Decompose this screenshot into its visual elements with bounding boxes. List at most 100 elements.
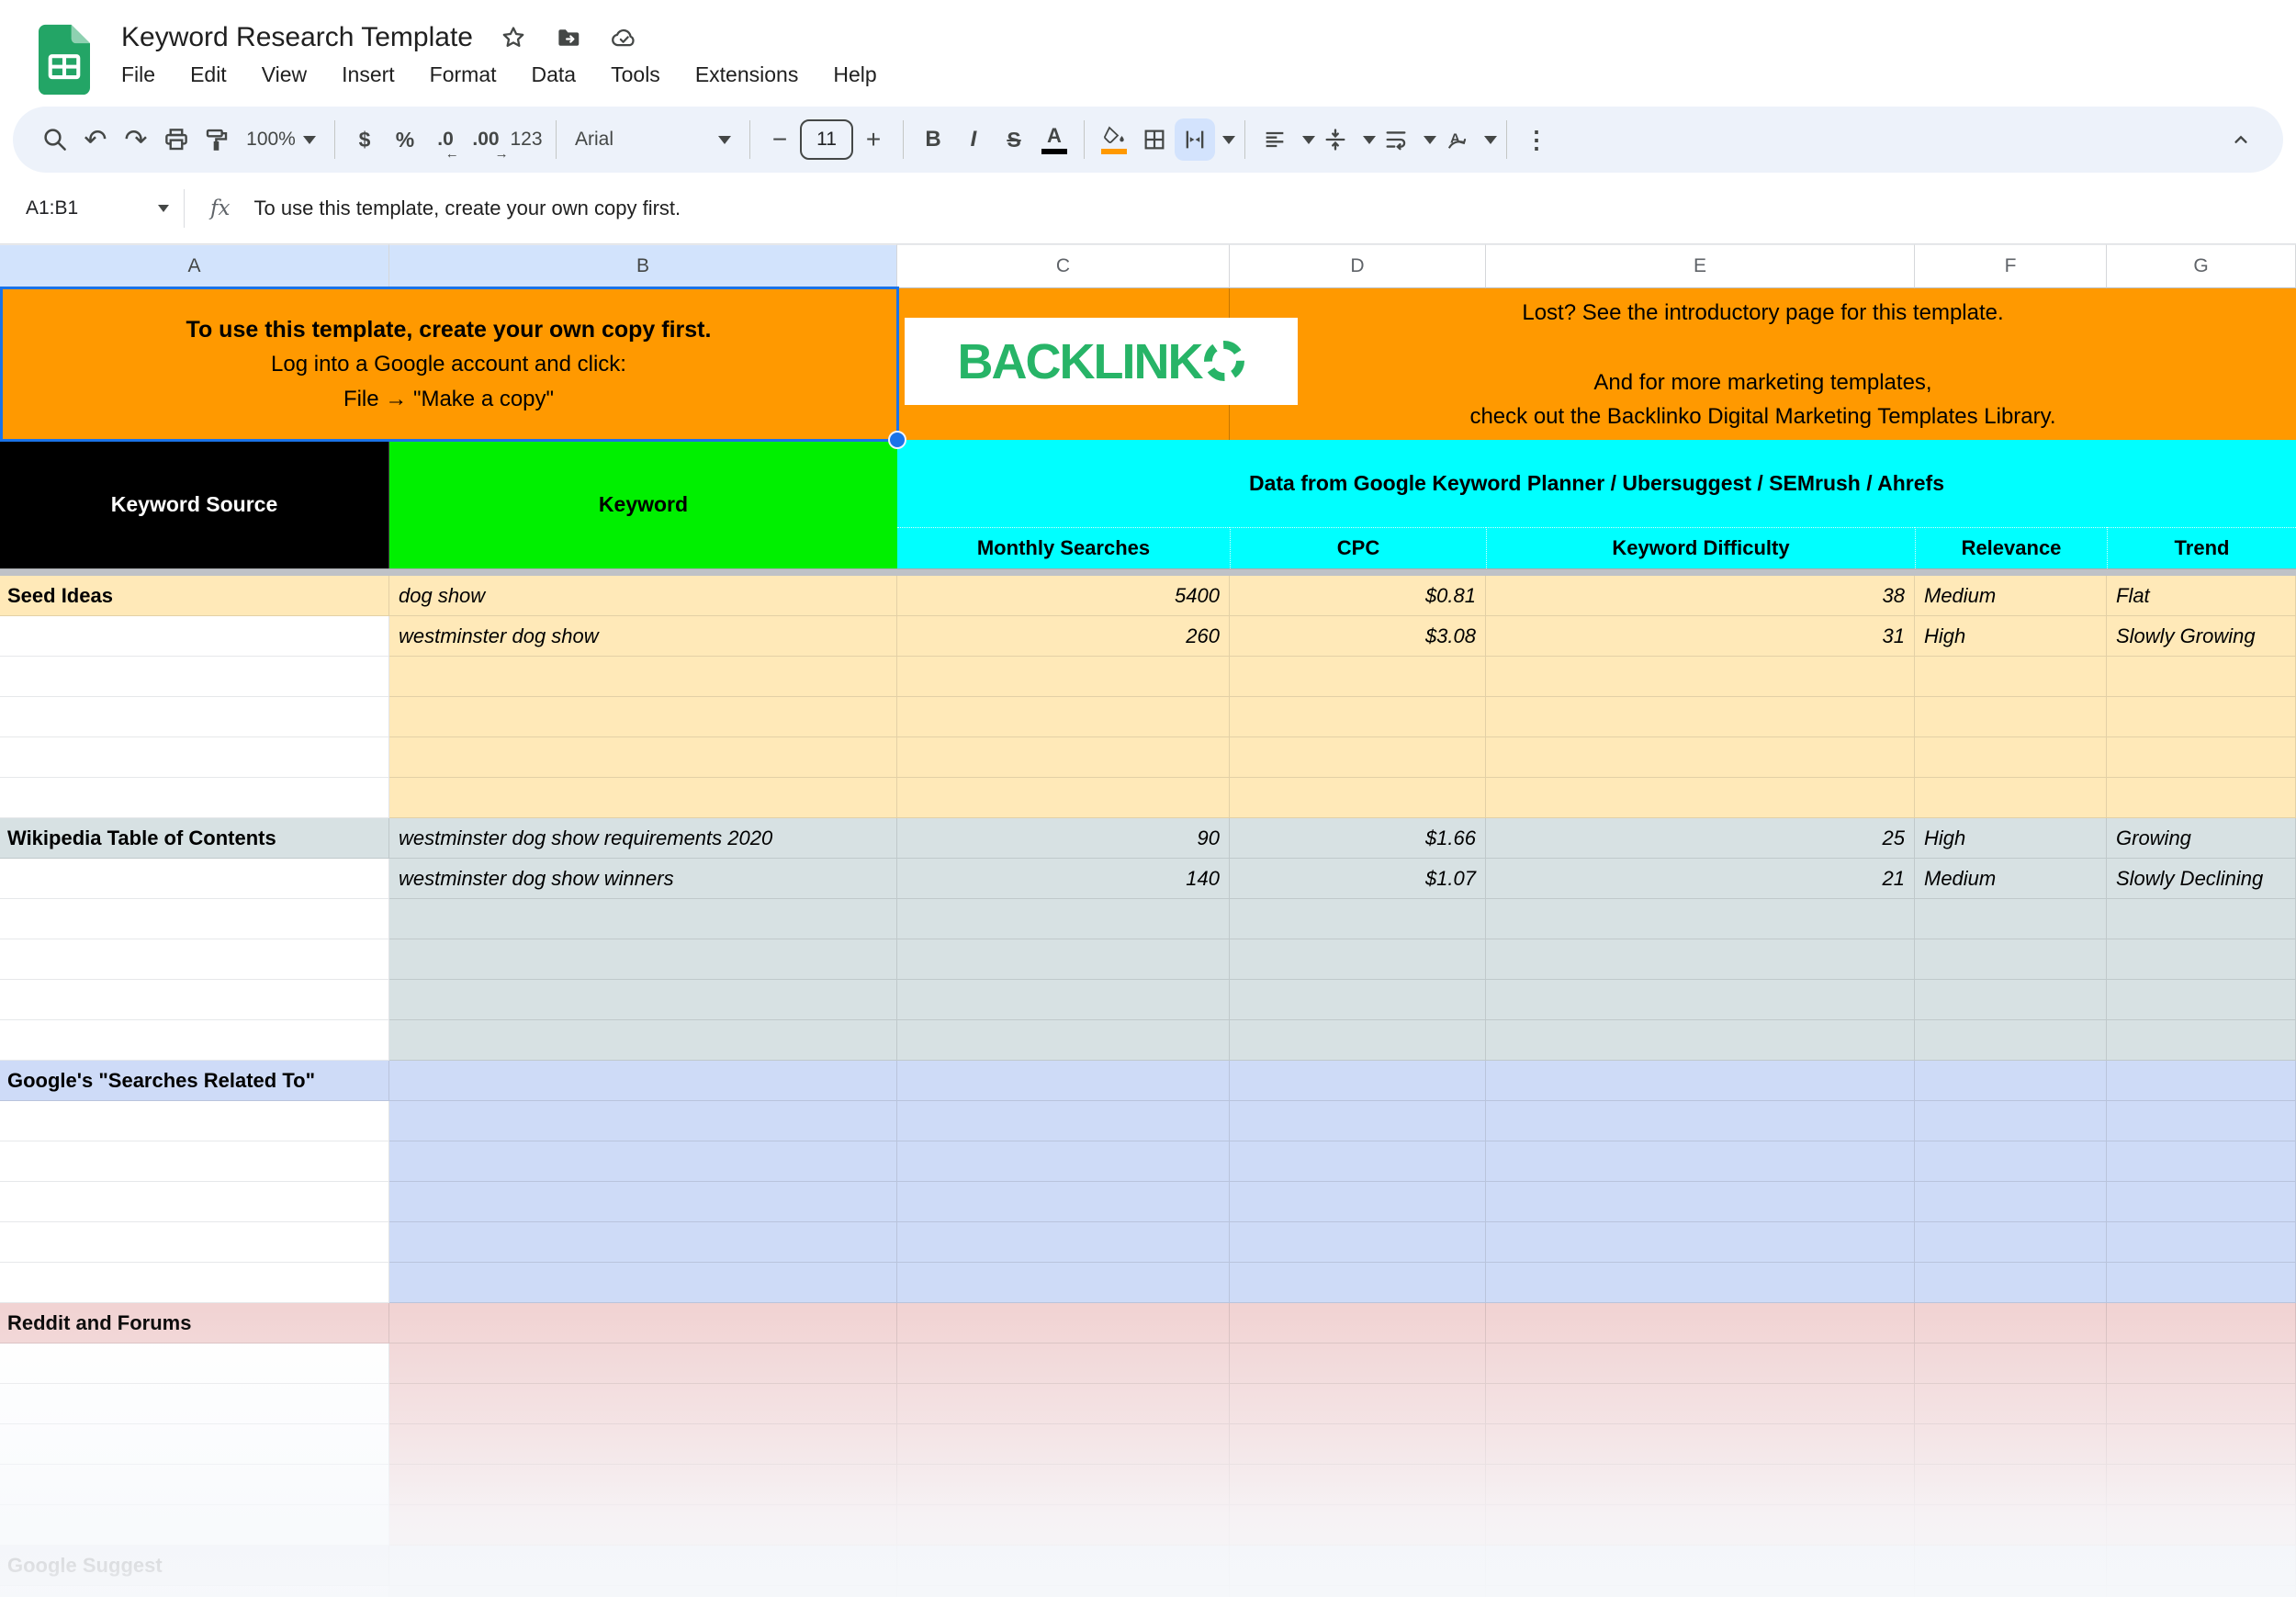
cell[interactable] bbox=[1915, 980, 2107, 1020]
cell[interactable] bbox=[2107, 1222, 2296, 1263]
cell[interactable] bbox=[897, 1505, 1230, 1546]
cell[interactable] bbox=[0, 1384, 389, 1424]
number-format-button[interactable]: 123 bbox=[506, 118, 546, 161]
cell[interactable] bbox=[1915, 1061, 2107, 1101]
subheader-monthly-searches[interactable]: Monthly Searches bbox=[897, 527, 1230, 568]
cell[interactable]: Slowly Declining bbox=[2107, 859, 2296, 899]
cell[interactable] bbox=[1230, 1263, 1486, 1303]
cell[interactable] bbox=[389, 1182, 897, 1222]
menu-extensions[interactable]: Extensions bbox=[695, 62, 799, 87]
banner-help-cell[interactable]: Lost? See the introductory page for this… bbox=[1230, 288, 2296, 440]
cell[interactable] bbox=[389, 1263, 897, 1303]
cell[interactable] bbox=[1230, 1505, 1486, 1546]
cell[interactable] bbox=[1486, 1384, 1915, 1424]
cell[interactable] bbox=[1915, 778, 2107, 818]
cell[interactable] bbox=[1230, 1424, 1486, 1465]
cell[interactable] bbox=[0, 1020, 389, 1061]
cell[interactable] bbox=[1230, 1141, 1486, 1182]
cell[interactable]: High bbox=[1915, 818, 2107, 859]
cell[interactable] bbox=[897, 1424, 1230, 1465]
cell[interactable] bbox=[1230, 697, 1486, 737]
cell[interactable] bbox=[1915, 1141, 2107, 1182]
cell[interactable]: 21 bbox=[1486, 859, 1915, 899]
cell[interactable] bbox=[389, 1222, 897, 1263]
cell[interactable]: Medium bbox=[1915, 576, 2107, 616]
cell[interactable] bbox=[897, 1101, 1230, 1141]
cell[interactable] bbox=[1230, 1222, 1486, 1263]
menu-tools[interactable]: Tools bbox=[611, 62, 660, 87]
formula-input[interactable]: To use this template, create your own co… bbox=[253, 197, 681, 220]
cell[interactable] bbox=[2107, 980, 2296, 1020]
cell[interactable]: Google Suggest bbox=[0, 1546, 389, 1586]
cell[interactable] bbox=[897, 1586, 1230, 1597]
name-box[interactable]: A1:B1 bbox=[0, 197, 184, 219]
frozen-rows-divider[interactable] bbox=[0, 568, 2296, 576]
menu-file[interactable]: File bbox=[121, 62, 155, 87]
column-header-F[interactable]: F bbox=[1915, 244, 2107, 288]
bold-button[interactable]: B bbox=[913, 118, 953, 161]
menu-insert[interactable]: Insert bbox=[342, 62, 395, 87]
italic-button[interactable]: I bbox=[953, 118, 994, 161]
cell[interactable] bbox=[0, 1263, 389, 1303]
cell[interactable] bbox=[389, 1505, 897, 1546]
cell[interactable] bbox=[0, 1344, 389, 1384]
move-to-folder-icon[interactable] bbox=[554, 23, 583, 52]
cell[interactable] bbox=[897, 1061, 1230, 1101]
cell[interactable]: High bbox=[1915, 616, 2107, 657]
cell[interactable]: westminster dog show winners bbox=[389, 859, 897, 899]
selection-fill-handle[interactable] bbox=[888, 431, 906, 449]
cell[interactable] bbox=[897, 899, 1230, 939]
subheader-relevance[interactable]: Relevance bbox=[1915, 527, 2107, 568]
cell[interactable] bbox=[389, 737, 897, 778]
cell[interactable]: Growing bbox=[2107, 818, 2296, 859]
merge-cells-caret[interactable] bbox=[1222, 135, 1235, 144]
cell[interactable] bbox=[2107, 1344, 2296, 1384]
keyword-source-header-cell[interactable]: Keyword Source bbox=[0, 440, 389, 568]
cell[interactable]: Medium bbox=[1915, 859, 2107, 899]
cell[interactable] bbox=[389, 1061, 897, 1101]
cell[interactable] bbox=[1230, 1182, 1486, 1222]
cell[interactable] bbox=[2107, 899, 2296, 939]
cell[interactable] bbox=[2107, 778, 2296, 818]
cell[interactable] bbox=[0, 737, 389, 778]
cell[interactable] bbox=[1486, 1263, 1915, 1303]
cell[interactable]: 31 bbox=[1486, 616, 1915, 657]
cell[interactable] bbox=[1915, 1465, 2107, 1505]
cell[interactable]: $3.08 bbox=[1230, 616, 1486, 657]
cell[interactable] bbox=[1230, 980, 1486, 1020]
cell[interactable] bbox=[0, 1222, 389, 1263]
cell[interactable] bbox=[1486, 1505, 1915, 1546]
cell[interactable] bbox=[389, 1020, 897, 1061]
cell[interactable] bbox=[1486, 737, 1915, 778]
fill-color-button[interactable] bbox=[1094, 118, 1134, 161]
cell[interactable] bbox=[1486, 1424, 1915, 1465]
banner-instructions-cell[interactable]: To use this template, create your own co… bbox=[0, 288, 897, 440]
cell[interactable]: Slowly Growing bbox=[2107, 616, 2296, 657]
cell[interactable] bbox=[1230, 1061, 1486, 1101]
menu-data[interactable]: Data bbox=[532, 62, 577, 87]
cell[interactable] bbox=[389, 1384, 897, 1424]
cell[interactable] bbox=[897, 1222, 1230, 1263]
cell[interactable] bbox=[389, 899, 897, 939]
subheader-keyword-difficulty[interactable]: Keyword Difficulty bbox=[1486, 527, 1915, 568]
search-icon[interactable] bbox=[35, 118, 75, 161]
column-header-D[interactable]: D bbox=[1230, 244, 1486, 288]
decrease-decimals-button[interactable]: .0 ← bbox=[425, 118, 466, 162]
column-header-B[interactable]: B bbox=[389, 244, 897, 288]
cell[interactable] bbox=[897, 1546, 1230, 1586]
cell[interactable] bbox=[1230, 778, 1486, 818]
cell[interactable] bbox=[897, 737, 1230, 778]
cell[interactable] bbox=[389, 657, 897, 697]
cell[interactable] bbox=[1230, 899, 1486, 939]
cell[interactable]: 25 bbox=[1486, 818, 1915, 859]
hide-menus-button[interactable] bbox=[2221, 118, 2261, 161]
cell[interactable]: 140 bbox=[897, 859, 1230, 899]
cell[interactable] bbox=[897, 778, 1230, 818]
cell[interactable] bbox=[389, 939, 897, 980]
cell[interactable] bbox=[1915, 899, 2107, 939]
cell[interactable]: $1.66 bbox=[1230, 818, 1486, 859]
cell[interactable] bbox=[2107, 1303, 2296, 1344]
cell[interactable] bbox=[389, 1586, 897, 1597]
cell[interactable] bbox=[1486, 1061, 1915, 1101]
cell[interactable] bbox=[0, 1141, 389, 1182]
